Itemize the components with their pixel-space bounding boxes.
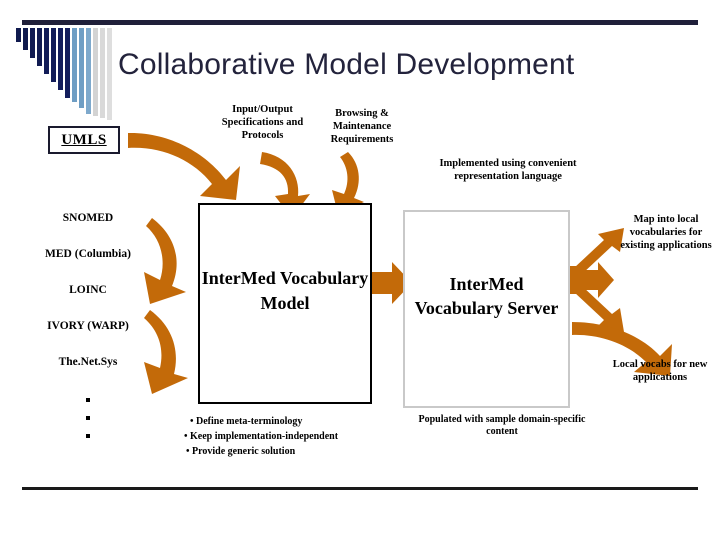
vocabulary-list-item: IVORY (WARP) [47, 320, 129, 332]
vocabulary-list-item: MED (Columbia) [45, 248, 131, 260]
vocabulary-source-list: SNOMED MED (Columbia) LOINC IVORY (WARP) The… [8, 212, 168, 392]
intermed-vocabulary-model-box: InterMed Vocabulary Model [198, 203, 372, 404]
model-box-label: InterMed Vocabulary Model [201, 268, 369, 313]
model-bullet-list: • Define meta-terminology • Keep implemen… [184, 414, 420, 460]
vocabulary-continuation-dots [8, 398, 168, 452]
decorative-bar [23, 28, 28, 50]
caption-local-vocabs-new: Local vocabs for new applications [612, 359, 708, 383]
decorative-bar [65, 28, 70, 98]
model-bullet-item: • Define meta-terminology [190, 416, 303, 427]
vocabulary-list-item: SNOMED [62, 212, 114, 224]
continuation-dot [86, 434, 90, 438]
server-box-label: InterMed Vocabulary Server [414, 273, 559, 318]
bottom-divider-rule [22, 487, 698, 490]
decorative-bar [51, 28, 56, 82]
caption-input-output: Input/Output Specifications and Protocol… [221, 104, 304, 141]
vocabulary-list-item: LOINC [69, 284, 107, 296]
caption-populated-sample: Populated with sample domain-specific co… [418, 414, 586, 438]
top-divider-rule [22, 20, 698, 25]
decorative-bar [86, 28, 91, 114]
arrow-umls-to-model [128, 132, 240, 200]
umls-source-box: UMLS [48, 126, 120, 154]
slide-canvas: Collaborative Model Development UMLS Inp… [0, 0, 720, 540]
caption-browsing-maintenance: Browsing & Maintenance Requirements [330, 108, 394, 145]
decorative-bar [37, 28, 42, 66]
decorative-bar [16, 28, 21, 42]
decorative-bar [79, 28, 84, 108]
decorative-bar [72, 28, 77, 102]
continuation-dot [86, 416, 90, 420]
decorative-bar [44, 28, 49, 74]
decorative-bar [30, 28, 35, 58]
arrow-server-to-mappings [566, 228, 624, 332]
decorative-bar-graphic [16, 28, 120, 120]
decorative-bar [93, 28, 98, 116]
decorative-bar [58, 28, 63, 90]
umls-label: UMLS [61, 131, 107, 148]
continuation-dot [86, 398, 90, 402]
model-bullet-item: • Provide generic solution [186, 446, 296, 458]
page-title: Collaborative Model Development [118, 48, 575, 81]
caption-implemented-using: Implemented using convenient representat… [439, 158, 577, 182]
caption-map-into-local: Map into local vocabularies for existing… [620, 214, 712, 251]
intermed-vocabulary-server-box: InterMed Vocabulary Server [403, 210, 570, 408]
vocabulary-list-item: The.Net.Sys [58, 356, 118, 368]
model-bullet-item: • Keep implementation-independent [184, 431, 339, 443]
decorative-bar [107, 28, 112, 120]
decorative-bar [100, 28, 105, 118]
